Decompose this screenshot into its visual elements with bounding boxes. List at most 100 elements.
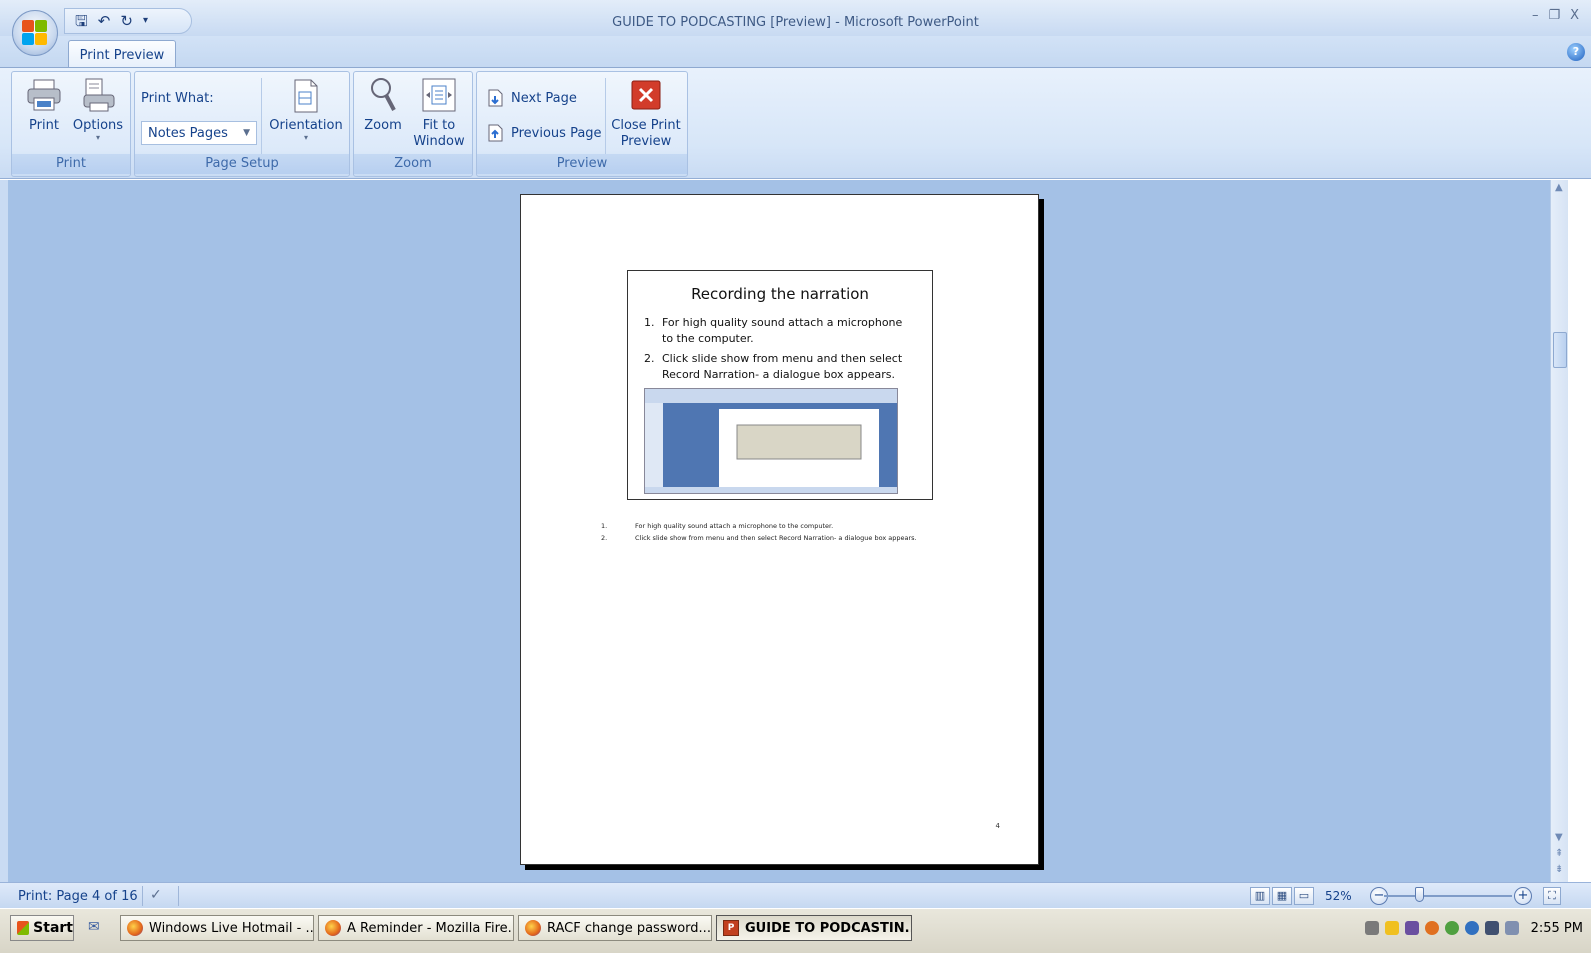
page-number: 4 — [995, 822, 1000, 830]
taskbar-item-powerpoint[interactable]: P GUIDE TO PODCASTIN... — [716, 915, 912, 941]
messenger-icon[interactable] — [1444, 921, 1459, 935]
slide-thumbnail: Recording the narration 1. For high qual… — [627, 270, 933, 500]
zoom-slider-thumb[interactable] — [1415, 887, 1424, 902]
quick-launch-icon[interactable]: ✉ — [88, 919, 100, 935]
preview-group-label: Preview — [477, 154, 687, 174]
fit-slide-icon[interactable]: ⛶ — [1543, 887, 1561, 905]
options-button[interactable]: Options ▾ — [70, 76, 126, 142]
spell-check-icon[interactable]: ✓ — [150, 887, 162, 903]
close-icon — [631, 80, 661, 110]
slide-show-icon[interactable]: ▭ — [1294, 887, 1314, 905]
scroll-up-icon[interactable]: ▲ — [1555, 182, 1563, 193]
zoom-level[interactable]: 52% — [1325, 889, 1352, 903]
print-button[interactable]: Print — [20, 76, 68, 134]
scroll-thumb[interactable] — [1553, 332, 1567, 368]
previous-page-scroll-icon[interactable]: ⇞ — [1555, 848, 1563, 859]
scroll-down-icon[interactable]: ▼ — [1555, 832, 1563, 843]
slide-title: Recording the narration — [691, 285, 869, 303]
close-print-preview-button[interactable]: Close Print Preview — [607, 76, 685, 150]
powerpoint-icon: P — [723, 920, 739, 936]
window-controls: – ❐ X — [1532, 8, 1579, 23]
next-page-button[interactable]: Next Page — [485, 88, 577, 108]
list-item: 2. Click slide show from menu and then s… — [601, 534, 917, 542]
update-icon[interactable] — [1464, 921, 1479, 935]
print-what-dropdown[interactable]: Notes Pages ▼ — [141, 121, 257, 145]
options-label: Options — [72, 118, 124, 133]
zoom-label: Zoom — [364, 118, 402, 133]
chevron-down-icon: ▼ — [243, 128, 250, 138]
slide-sorter-icon[interactable]: ▦ — [1272, 887, 1292, 905]
office-logo-icon — [22, 20, 48, 46]
zoom-in-icon[interactable]: + — [1514, 887, 1532, 905]
magnifier-icon — [371, 78, 396, 111]
zoom-slider[interactable] — [1384, 895, 1512, 897]
restore-button[interactable]: ❐ — [1548, 8, 1560, 23]
system-tray: 2:55 PM — [1364, 915, 1583, 941]
volume-icon[interactable] — [1504, 921, 1519, 935]
list-item: 2. Click slide show from menu and then s… — [644, 352, 903, 381]
print-group-label: Print — [12, 154, 130, 174]
network-icon[interactable] — [1364, 921, 1379, 935]
firefox-icon — [525, 920, 541, 936]
print-group: Print Options ▾ Print — [11, 71, 131, 177]
speaker-notes: 1. For high quality sound attach a micro… — [601, 520, 961, 544]
clock: 2:55 PM — [1530, 920, 1583, 936]
next-page-scroll-icon[interactable]: ⇟ — [1555, 864, 1563, 875]
print-what-label: Print What: — [141, 91, 214, 106]
fit-to-label-1: Fit to — [422, 118, 456, 133]
close-print-label-1: Close Print — [611, 118, 681, 133]
previous-page-label: Previous Page — [511, 125, 602, 141]
display-icon[interactable] — [1484, 921, 1499, 935]
page-status: Print: Page 4 of 16 — [18, 889, 138, 904]
printer-icon — [27, 79, 61, 111]
preview-group: Next Page Previous Page Close Print Prev… — [476, 71, 688, 177]
tab-print-preview[interactable]: Print Preview — [68, 40, 176, 69]
fit-to-window-button[interactable]: Fit to Window — [408, 76, 470, 150]
print-what-value: Notes Pages — [148, 126, 228, 141]
windows-logo-icon — [17, 921, 30, 935]
fit-to-window-icon — [422, 78, 456, 112]
firefox-icon — [325, 920, 341, 936]
close-window-button[interactable]: X — [1570, 8, 1579, 23]
taskbar-item-hotmail[interactable]: Windows Live Hotmail - ... — [120, 915, 314, 941]
start-button[interactable]: Start — [10, 915, 74, 941]
ribbon: Print Options ▾ Print Print What: Notes … — [0, 67, 1591, 179]
list-item: 1. For high quality sound attach a micro… — [601, 522, 834, 530]
fit-to-label-2: Window — [413, 134, 465, 149]
next-page-icon — [488, 89, 503, 107]
page-setup-group: Print What: Notes Pages ▼ Orientation ▾ … — [134, 71, 350, 177]
taskbar-item-reminder[interactable]: A Reminder - Mozilla Fire... — [318, 915, 514, 941]
status-bar: Print: Page 4 of 16 ✓ ▥ ▦ ▭ 52% − + ⛶ — [0, 882, 1591, 908]
ribbon-tab-row: Print Preview ? — [0, 36, 1591, 69]
zoom-group-label: Zoom — [354, 154, 472, 174]
print-label: Print — [29, 118, 59, 133]
window-title: GUIDE TO PODCASTING [Preview] - Microsof… — [612, 15, 979, 30]
browser-icon[interactable] — [1424, 921, 1439, 935]
orientation-button[interactable]: Orientation ▾ — [265, 76, 347, 142]
slide-bullet-list: 1. For high quality sound attach a micro… — [644, 315, 914, 387]
firefox-icon — [127, 920, 143, 936]
minimize-button[interactable]: – — [1532, 8, 1539, 23]
previous-page-icon — [488, 124, 503, 142]
normal-view-icon[interactable]: ▥ — [1250, 887, 1270, 905]
print-options-icon — [83, 78, 115, 112]
notes-page: Recording the narration 1. For high qual… — [520, 194, 1039, 865]
office-button[interactable] — [12, 10, 58, 56]
next-page-label: Next Page — [511, 90, 577, 106]
help-icon[interactable]: ? — [1567, 43, 1585, 61]
vertical-scrollbar[interactable]: ▲ ▼ ⇞ ⇟ — [1550, 180, 1568, 882]
zoom-group: Zoom Fit to Window Zoom — [353, 71, 473, 177]
close-print-label-2: Preview — [620, 134, 672, 149]
app-icon[interactable] — [1404, 921, 1419, 935]
orientation-icon — [294, 79, 318, 113]
list-item: 1. For high quality sound attach a micro… — [644, 316, 903, 345]
workspace-left-edge — [0, 180, 8, 882]
taskbar-item-racf[interactable]: RACF change password.... — [518, 915, 712, 941]
screenshot-image — [644, 388, 898, 494]
taskbar: Start ✉ Windows Live Hotmail - ... A Rem… — [0, 908, 1591, 953]
orientation-label: Orientation — [269, 118, 343, 133]
previous-page-button[interactable]: Previous Page — [485, 123, 602, 143]
zoom-button[interactable]: Zoom — [360, 76, 406, 134]
page-setup-group-label: Page Setup — [135, 154, 349, 174]
shield-icon[interactable] — [1384, 921, 1399, 935]
